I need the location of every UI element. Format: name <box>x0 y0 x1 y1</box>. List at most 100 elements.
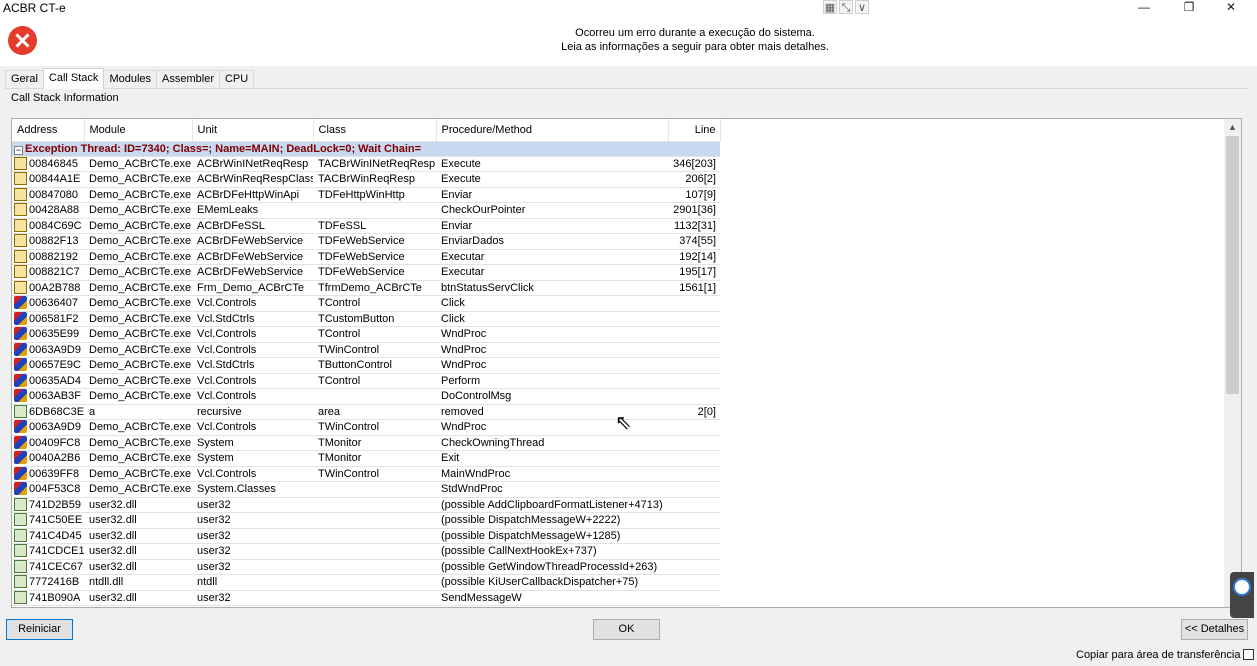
table-row[interactable]: 741C4D45 user32.dll user32 (possible Dispa… <box>12 528 720 544</box>
cell-class: area <box>313 404 436 420</box>
table-row[interactable]: 0063A9D9 Demo_ACBrCTe.exe Vcl.Controls TWin… <box>12 342 720 358</box>
cell-line <box>668 497 720 513</box>
cell-unit: System <box>192 435 313 451</box>
cell-procedure: SendMessageW <box>436 590 668 606</box>
copy-clipboard-option[interactable]: Copiar para área de transferência <box>1076 649 1255 661</box>
tab-call-stack[interactable]: Call Stack <box>42 68 105 89</box>
table-row[interactable]: 0040A2B6 Demo_ACBrCTe.exe System TMonitor Ex… <box>12 450 720 467</box>
vertical-scrollbar[interactable]: ▲ ▼ <box>1224 119 1241 607</box>
dll-unit-icon <box>14 544 27 558</box>
table-row[interactable]: 006581F2 Demo_ACBrCTe.exe Vcl.StdCtrls TCus… <box>12 311 720 327</box>
source-unit-icon <box>14 187 27 201</box>
cell-line <box>668 543 720 560</box>
cell-class <box>313 202 436 219</box>
table-row[interactable]: 00639FF8 Demo_ACBrCTe.exe Vcl.Controls TWin… <box>12 466 720 482</box>
table-row[interactable]: 00846845 Demo_ACBrCTe.exe ACBrWinINetReqRe… <box>12 156 720 172</box>
table-row[interactable]: 00847080 Demo_ACBrCTe.exe ACBrDFeHttpWinAp… <box>12 187 720 203</box>
close-button[interactable]: ✕ <box>1209 0 1253 16</box>
table-row[interactable]: 00844A1E Demo_ACBrCTe.exe ACBrWinReqRespCl… <box>12 171 720 188</box>
cell-unit: ntdll <box>192 574 313 591</box>
scroll-thumb[interactable] <box>1226 136 1239 394</box>
cell-unit: Frm_Demo_ACBrCTe <box>192 280 313 296</box>
table-row[interactable]: 0063A9D9 Demo_ACBrCTe.exe Vcl.Controls TWin… <box>12 419 720 436</box>
cell-address: 0063AB3F <box>12 388 84 405</box>
cell-address: 6DB68C3E <box>12 404 84 420</box>
expand-icon[interactable]: ⤡ <box>839 0 853 14</box>
table-row[interactable]: 00882192 Demo_ACBrCTe.exe ACBrDFeWebServic… <box>12 249 720 265</box>
table-row[interactable]: 00636407 Demo_ACBrCTe.exe Vcl.Controls TCon… <box>12 295 720 312</box>
table-row[interactable]: 7772416B ntdll.dll ntdll (possible KiUserC… <box>12 574 720 591</box>
cell-procedure: Executar <box>436 249 668 265</box>
copy-clipboard-checkbox[interactable] <box>1243 649 1255 660</box>
table-row[interactable]: 741C50EE user32.dll user32 (possible Dispa… <box>12 512 720 529</box>
cell-procedure: Click <box>436 311 668 327</box>
ok-button[interactable]: OK <box>593 619 660 640</box>
cell-unit: user32 <box>192 512 313 529</box>
cell-class: TDFeWebService <box>313 249 436 265</box>
table-row[interactable]: 00635E99 Demo_ACBrCTe.exe Vcl.Controls TCon… <box>12 326 720 343</box>
column-header-procedure[interactable]: Procedure/Method <box>436 119 669 142</box>
table-row[interactable]: 00882F13 Demo_ACBrCTe.exe ACBrDFeWebServic… <box>12 233 720 250</box>
error-icon <box>8 26 37 55</box>
cell-class: TACBrWinINetReqResp <box>313 156 436 172</box>
tab-modules[interactable]: Modules <box>103 70 158 89</box>
column-header-unit[interactable]: Unit <box>192 119 314 142</box>
chevron-down-icon[interactable]: ∨ <box>855 0 869 14</box>
remote-support-icon[interactable] <box>1233 578 1251 596</box>
reiniciar-button[interactable]: Reiniciar <box>6 619 73 640</box>
address-text: 741C4D45 <box>29 529 82 542</box>
table-row[interactable]: 0084C69C Demo_ACBrCTe.exe ACBrDFeSSL TDFeSS… <box>12 218 720 234</box>
table-row[interactable]: 00635AD4 Demo_ACBrCTe.exe Vcl.Controls TCon… <box>12 373 720 389</box>
cell-module: a <box>84 404 192 420</box>
cell-module: Demo_ACBrCTe.exe <box>84 435 192 451</box>
table-row[interactable]: 741D2B59 user32.dll user32 (possible AddCl… <box>12 497 720 513</box>
column-header-address[interactable]: Address <box>12 119 85 142</box>
cell-module: Demo_ACBrCTe.exe <box>84 218 192 234</box>
cell-class: TWinControl <box>313 466 436 482</box>
cell-class: TMonitor <box>313 435 436 451</box>
cell-procedure: Executar <box>436 264 668 281</box>
tab-geral[interactable]: Geral <box>5 70 44 89</box>
table-row[interactable]: 00A2B788 Demo_ACBrCTe.exe Frm_Demo_ACBrCTe… <box>12 280 720 296</box>
cell-class <box>313 481 436 498</box>
restore-button[interactable]: ❐ <box>1167 0 1211 16</box>
cell-unit: Vcl.StdCtrls <box>192 357 313 374</box>
address-text: 00882192 <box>29 250 78 263</box>
detalhes-button[interactable]: << Detalhes <box>1181 619 1248 640</box>
column-header-line[interactable]: Line <box>668 119 721 142</box>
table-row[interactable]: 741B090A user32.dll user32 SendMessageW <box>12 590 720 606</box>
column-header-class[interactable]: Class <box>313 119 437 142</box>
cell-class <box>313 574 436 591</box>
cell-address: 00409FC8 <box>12 435 84 451</box>
call-stack-grid[interactable]: Address Module Unit Class Procedure/Meth… <box>11 118 1242 608</box>
scroll-up-icon[interactable]: ▲ <box>1224 119 1241 136</box>
component-unit-icon <box>14 327 27 341</box>
table-row[interactable]: 008821C7 Demo_ACBrCTe.exe ACBrDFeWebServic… <box>12 264 720 281</box>
table-row[interactable]: 00409FC8 Demo_ACBrCTe.exe System TMonitor Ch… <box>12 435 720 451</box>
cell-unit: recursive <box>192 404 313 420</box>
table-row[interactable]: 0063AB3F Demo_ACBrCTe.exe Vcl.Controls DoCo… <box>12 388 720 405</box>
cell-address: 00636407 <box>12 295 84 312</box>
cell-procedure: WndProc <box>436 342 668 358</box>
table-row[interactable]: 00657E9C Demo_ACBrCTe.exe Vcl.StdCtrls TBut… <box>12 357 720 374</box>
exception-thread-row[interactable]: − Exception Thread: ID=7340; Class=; Name… <box>12 141 720 157</box>
table-row[interactable]: 00428A88 Demo_ACBrCTe.exe EMemLeaks CheckOu… <box>12 202 720 219</box>
cell-line <box>668 419 720 436</box>
cell-procedure: Enviar <box>436 218 668 234</box>
cell-procedure: Perform <box>436 373 668 389</box>
table-row[interactable]: 741CEC67 user32.dll user32 (possible GetWi… <box>12 559 720 575</box>
side-widget[interactable] <box>1230 572 1254 618</box>
cell-unit: EMemLeaks <box>192 202 313 219</box>
cell-class <box>313 388 436 405</box>
tab-assembler[interactable]: Assembler <box>156 70 220 89</box>
table-row[interactable]: 741CDCE1 user32.dll user32 (possible CallN… <box>12 543 720 560</box>
cell-address: 741C4D45 <box>12 528 84 544</box>
column-header-module[interactable]: Module <box>84 119 193 142</box>
cell-address: 741CEC67 <box>12 559 84 575</box>
tab-cpu[interactable]: CPU <box>218 70 255 89</box>
minimize-button[interactable]: — <box>1122 0 1166 16</box>
grid-icon[interactable]: ▦ <box>823 0 837 14</box>
table-row[interactable]: 004F53C8 Demo_ACBrCTe.exe System.Classes St… <box>12 481 720 498</box>
collapse-toggle-icon[interactable]: − <box>14 145 23 155</box>
table-row[interactable]: 6DB68C3E a recursive area removed 2[0] <box>12 404 720 420</box>
